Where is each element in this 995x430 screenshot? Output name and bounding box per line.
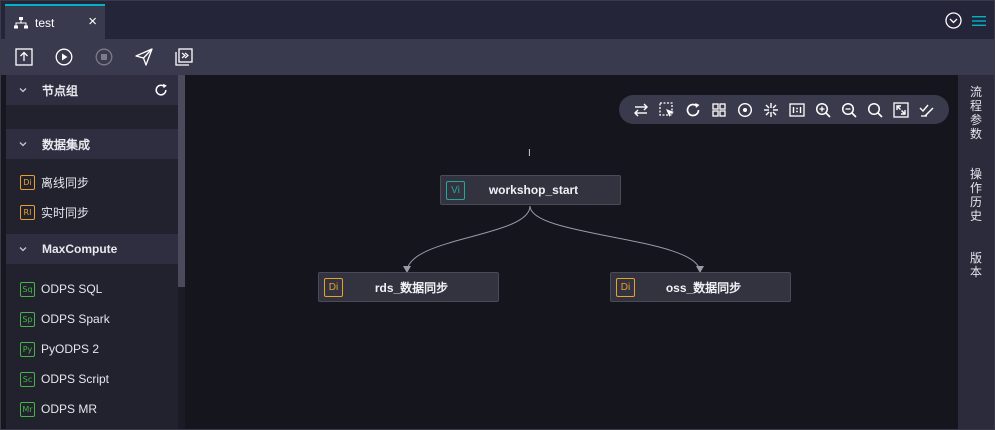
zoom-out-icon [841, 102, 857, 118]
menu-icon[interactable] [972, 14, 986, 28]
chevron-down-icon [19, 88, 27, 93]
node-rds-sync[interactable]: Di rds_数据同步 [318, 272, 499, 302]
node-type-label: ODPS SQL [41, 282, 103, 296]
py-badge-icon: Py [20, 341, 35, 357]
tab-bar: test × [1, 1, 994, 39]
node-type-odps-spark[interactable]: Sp ODPS Spark [6, 304, 178, 334]
sc-badge-icon: Sc [20, 371, 35, 387]
node-sidebar: 节点组 数据集成 Di 离线同步 RI 实时同步 MaxCompute Sq O… [6, 75, 178, 429]
group-header-data-integration[interactable]: 数据集成 [6, 129, 178, 159]
submit-button[interactable] [15, 45, 55, 69]
center-button[interactable] [735, 100, 754, 119]
search-button[interactable] [865, 100, 884, 119]
node-type-odps-mr[interactable]: Mr ODPS MR [6, 394, 178, 424]
node-type-label: 实时同步 [41, 205, 90, 220]
refresh-icon [686, 102, 699, 116]
vi-badge-icon: Vi [446, 180, 465, 200]
node-type-odps-sql[interactable]: Sq ODPS SQL [6, 274, 178, 304]
node-type-offline-sync[interactable]: Di 离线同步 [6, 167, 178, 197]
node-workshop-start[interactable]: Vi workshop_start [440, 175, 621, 205]
fullscreen-button[interactable] [891, 100, 910, 119]
cursor-mark: I [528, 148, 531, 159]
node-type-label: 离线同步 [41, 175, 90, 190]
node-oss-sync[interactable]: Di oss_数据同步 [610, 272, 791, 302]
chevron-down-icon [19, 142, 27, 147]
workflow-canvas[interactable]: I Vi workshop_start Di rds_数据同步 Di oss_数… [185, 75, 958, 429]
node-type-label: PyODPS 2 [41, 342, 100, 356]
grid-layout-button[interactable] [709, 100, 728, 119]
format-button[interactable] [917, 100, 936, 119]
zoom-in-button[interactable] [813, 100, 832, 119]
fullscreen-icon [892, 101, 909, 118]
box-select-icon [658, 101, 674, 117]
node-type-odps-script[interactable]: Sc ODPS Script [6, 364, 178, 394]
grid-icon [711, 102, 726, 117]
play-icon [55, 48, 73, 66]
node-label: oss_数据同步 [665, 280, 742, 295]
sq-badge-icon: Sq [20, 281, 35, 297]
edge-start-to-rds [406, 205, 531, 273]
node-type-pyodps2[interactable]: Py PyODPS 2 [6, 334, 178, 364]
refresh-icon[interactable] [154, 83, 168, 97]
ri-badge-icon: RI [20, 204, 35, 220]
edges-layer [403, 205, 704, 273]
auto-layout-button[interactable] [761, 100, 780, 119]
node-type-realtime-sync[interactable]: RI 实时同步 [6, 197, 178, 227]
run-button[interactable] [55, 45, 95, 69]
node-label: rds_数据同步 [374, 280, 449, 295]
flow-params-tab[interactable]: 流程参数 [958, 85, 994, 141]
vertical-label: 操作历史 [969, 167, 982, 223]
refresh-canvas-button[interactable] [683, 100, 702, 119]
mr-badge-icon: Mr [20, 401, 35, 417]
edge-start-to-oss [529, 205, 701, 273]
zoom-in-icon [815, 102, 831, 118]
zoom-out-button[interactable] [839, 100, 858, 119]
search-icon [867, 102, 883, 118]
shrink-icon [763, 102, 778, 117]
tab-title: test [35, 15, 55, 30]
one-to-one-icon [788, 102, 805, 117]
target-icon [737, 102, 752, 117]
di-badge-icon: Di [616, 277, 635, 297]
node-type-label: ODPS Script [41, 372, 110, 386]
edit-check-icon [919, 104, 934, 117]
workflow-icon [14, 16, 28, 28]
group-header-node-group[interactable]: 节点组 [6, 75, 178, 105]
close-icon[interactable]: × [88, 14, 97, 30]
group-title: MaxCompute [42, 242, 118, 256]
stop-icon [95, 48, 113, 66]
node-label: workshop_start [488, 183, 579, 197]
sidebar-scrollbar[interactable] [178, 75, 185, 287]
swap-layout-button[interactable] [631, 100, 650, 119]
stop-button[interactable] [95, 45, 135, 69]
goto-ops-button[interactable] [175, 45, 215, 69]
chevron-down-icon [19, 247, 27, 252]
actual-size-button[interactable] [787, 100, 806, 119]
di-badge-icon: Di [20, 174, 35, 190]
canvas-toolbar [619, 95, 949, 124]
chevron-down-circle-icon[interactable] [945, 12, 962, 29]
di-badge-icon: Di [324, 277, 343, 297]
vertical-label: 流程参数 [969, 85, 982, 141]
version-tab[interactable]: 版本 [958, 251, 994, 279]
operation-history-tab[interactable]: 操作历史 [958, 167, 994, 223]
send-icon [135, 48, 153, 66]
group-title: 数据集成 [42, 137, 91, 152]
right-panel: 流程参数 操作历史 版本 [958, 75, 994, 429]
goto-icon [175, 48, 193, 66]
sidebar-scroll-track [178, 287, 185, 429]
box-select-button[interactable] [657, 100, 676, 119]
swap-icon [633, 103, 648, 116]
upload-icon [15, 48, 33, 66]
vertical-label: 版本 [969, 251, 982, 279]
publish-button[interactable] [135, 45, 175, 69]
tab-test[interactable]: test × [5, 4, 105, 39]
node-type-label: ODPS MR [41, 402, 98, 416]
toolbar [1, 39, 994, 75]
sp-badge-icon: Sp [20, 311, 35, 327]
group-header-maxcompute[interactable]: MaxCompute [6, 234, 178, 264]
node-type-label: ODPS Spark [41, 312, 110, 326]
group-title: 节点组 [42, 83, 79, 98]
